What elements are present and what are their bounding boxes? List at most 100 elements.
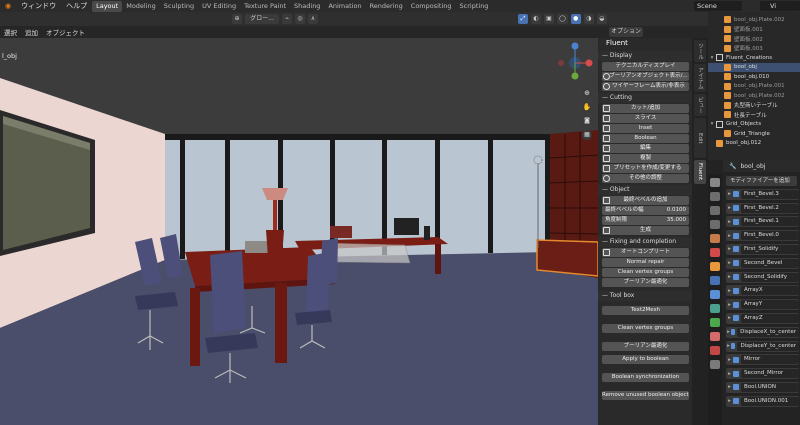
section-cutting[interactable]: — Cutting bbox=[598, 93, 692, 103]
menu-add[interactable]: 追加 bbox=[21, 27, 42, 37]
section-fixing[interactable]: — Fixing and completion bbox=[598, 237, 692, 247]
menu-window[interactable]: ウィンドウ bbox=[16, 1, 61, 11]
expand-icon[interactable]: ▸ bbox=[726, 205, 733, 211]
modifier-name-field[interactable]: ArrayX bbox=[741, 286, 799, 296]
generate-button[interactable]: 生成 bbox=[602, 226, 689, 235]
outliner-row[interactable]: ▾ Fluent_Creations bbox=[708, 53, 800, 63]
options-dropdown[interactable]: オプション bbox=[609, 27, 644, 37]
tab-fluent[interactable]: Fluent bbox=[694, 160, 706, 184]
object-tab-icon[interactable] bbox=[710, 262, 720, 271]
gizmo-toggle-icon[interactable]: ⤢ bbox=[518, 14, 528, 24]
menu-select[interactable]: 選択 bbox=[0, 27, 21, 37]
modifier-name-field[interactable]: Mirror bbox=[741, 355, 799, 365]
shading-material-icon[interactable]: ◑ bbox=[583, 14, 594, 24]
outliner-row[interactable]: 壁面板.003 bbox=[708, 44, 800, 54]
modifier-panel[interactable]: ▸ Second_Bevel bbox=[726, 257, 799, 269]
outliner-row[interactable]: bool_obj.012 bbox=[708, 139, 800, 149]
outliner-row[interactable]: 社長テーブル bbox=[708, 110, 800, 120]
technical-display-button[interactable]: テクニカルディスプレイ bbox=[602, 62, 689, 71]
other-adjustments-button[interactable]: その他の調整 bbox=[602, 174, 689, 183]
scene-tab-icon[interactable] bbox=[710, 234, 720, 243]
workspace-tab-2[interactable]: Sculpting bbox=[160, 1, 198, 12]
modifier-name-field[interactable]: ArrayY bbox=[741, 300, 799, 310]
modifier-tab-icon[interactable] bbox=[710, 276, 720, 285]
workspace-tab-8[interactable]: Compositing bbox=[407, 1, 456, 12]
edit-button[interactable]: 編集 bbox=[602, 144, 689, 153]
modifier-name-field[interactable]: First_Bevel.1 bbox=[741, 217, 799, 227]
modifier-panel[interactable]: ▸ First_Bevel.3 bbox=[726, 188, 799, 200]
modifier-panel[interactable]: ▸ First_Solidify bbox=[726, 243, 799, 255]
section-object[interactable]: — Object bbox=[598, 185, 692, 195]
add-modifier-button[interactable]: モディファイアーを追加 bbox=[726, 176, 797, 186]
modifier-name-field[interactable]: Bool.UNION.001 bbox=[741, 396, 799, 406]
outliner-row[interactable]: bool_obj.Plate.001 bbox=[708, 82, 800, 92]
shading-solid-icon[interactable]: ● bbox=[570, 14, 581, 24]
outliner-row[interactable]: bool_obj.Plate.002 bbox=[708, 91, 800, 101]
proportional-edit-icon[interactable]: ◎ bbox=[295, 14, 305, 24]
data-tab-icon[interactable] bbox=[710, 332, 720, 341]
view-layer-selector[interactable]: Vi bbox=[760, 1, 800, 11]
shading-rendered-icon[interactable]: ◒ bbox=[596, 14, 607, 24]
expand-icon[interactable]: ▾ bbox=[708, 121, 716, 127]
output-tab-icon[interactable] bbox=[710, 206, 720, 215]
section-display[interactable]: — Display bbox=[598, 51, 692, 61]
workspace-tab-0[interactable]: Layout bbox=[92, 0, 123, 12]
workspace-tab-5[interactable]: Shading bbox=[290, 1, 324, 12]
outliner-row[interactable]: 壁面板.001 bbox=[708, 25, 800, 35]
modifier-name-field[interactable]: ArrayZ bbox=[741, 313, 799, 323]
modifier-panel[interactable]: ▸ DisplaceX_to_center bbox=[726, 326, 799, 338]
modifier-panel[interactable]: ▸ First_Bevel.1 bbox=[726, 216, 799, 228]
normal-repair-button[interactable]: Normal repair bbox=[602, 258, 689, 267]
add-final-bevel-button[interactable]: 最終ベベルの追加 bbox=[602, 196, 689, 205]
expand-icon[interactable]: ▸ bbox=[726, 288, 733, 294]
expand-icon[interactable]: ▸ bbox=[726, 233, 733, 239]
remove-unused-boolean-button[interactable]: Remove unused boolean objects bbox=[602, 391, 689, 400]
tab-edit[interactable]: Edit bbox=[694, 118, 706, 158]
outliner-row[interactable]: bool_obj bbox=[708, 62, 800, 72]
pan-hand-icon[interactable]: ✋ bbox=[582, 102, 592, 112]
scene-render[interactable] bbox=[0, 38, 598, 425]
expand-icon[interactable]: ▸ bbox=[726, 274, 733, 280]
physics-tab-icon[interactable] bbox=[710, 304, 720, 313]
section-toolbox[interactable]: — Tool box bbox=[598, 291, 692, 301]
inset-button[interactable]: Inset bbox=[602, 124, 689, 133]
expand-icon[interactable]: ▸ bbox=[726, 371, 733, 377]
boolean-sync-button[interactable]: Boolean synchronization bbox=[602, 373, 689, 382]
outliner-row[interactable]: bool_obj.Plate.002 bbox=[708, 15, 800, 25]
modifier-panel[interactable]: ▸ ArrayZ bbox=[726, 312, 799, 324]
grid-icon[interactable]: ▦ bbox=[582, 130, 592, 140]
text2mesh-button[interactable]: Text2Mesh bbox=[602, 306, 689, 315]
duplicate-button[interactable]: 複製 bbox=[602, 154, 689, 163]
snap-icon[interactable]: ⌁ bbox=[282, 14, 292, 24]
blender-logo-icon[interactable]: ◉ bbox=[0, 2, 16, 10]
modifier-panel[interactable]: ▸ Second_Mirror bbox=[726, 368, 799, 380]
tool-tab-icon[interactable] bbox=[710, 178, 720, 187]
shading-wireframe-icon[interactable]: ◯ bbox=[557, 14, 568, 24]
modifier-name-field[interactable]: Second_Solidify bbox=[741, 272, 799, 282]
modifier-panel[interactable]: ▸ DisplaceY_to_center bbox=[726, 340, 799, 352]
modifier-panel[interactable]: ▸ Bool.UNION bbox=[726, 381, 799, 393]
wireframe-toggle-button[interactable]: ワイヤーフレーム表示/非表示 bbox=[602, 82, 689, 91]
workspace-tab-3[interactable]: UV Editing bbox=[198, 1, 240, 12]
menu-help[interactable]: ヘルプ bbox=[61, 1, 92, 11]
zoom-icon[interactable]: ⊕ bbox=[582, 88, 592, 98]
overlay-toggle-icon[interactable]: ◐ bbox=[531, 14, 541, 24]
modifier-name-field[interactable]: First_Bevel.2 bbox=[741, 203, 799, 213]
modifier-panel[interactable]: ▸ Mirror bbox=[726, 354, 799, 366]
tab-tool[interactable]: ツール bbox=[694, 40, 706, 62]
modifier-name-field[interactable]: Second_Bevel bbox=[741, 258, 799, 268]
modifier-name-field[interactable]: First_Bevel.0 bbox=[741, 231, 799, 241]
transform-orientation-dropdown[interactable]: グロー... bbox=[245, 14, 279, 24]
workspace-tab-4[interactable]: Texture Paint bbox=[240, 1, 290, 12]
modifier-panel[interactable]: ▸ Bool.UNION.001 bbox=[726, 395, 799, 407]
scene-selector[interactable]: Scene bbox=[694, 1, 742, 11]
modifier-panel[interactable]: ▸ First_Bevel.2 bbox=[726, 202, 799, 214]
falloff-icon[interactable]: ∧ bbox=[308, 14, 318, 24]
clean-vertex-groups-button[interactable]: Clean vertex groups bbox=[602, 268, 689, 277]
outliner-row[interactable]: bool_obj.010 bbox=[708, 72, 800, 82]
workspace-tab-9[interactable]: Scripting bbox=[456, 1, 493, 12]
workspace-tab-7[interactable]: Rendering bbox=[366, 1, 407, 12]
preset-button[interactable]: プリセットを作成/変更する bbox=[602, 164, 689, 173]
expand-icon[interactable]: ▸ bbox=[726, 302, 733, 308]
material-tab-icon[interactable] bbox=[710, 346, 720, 355]
